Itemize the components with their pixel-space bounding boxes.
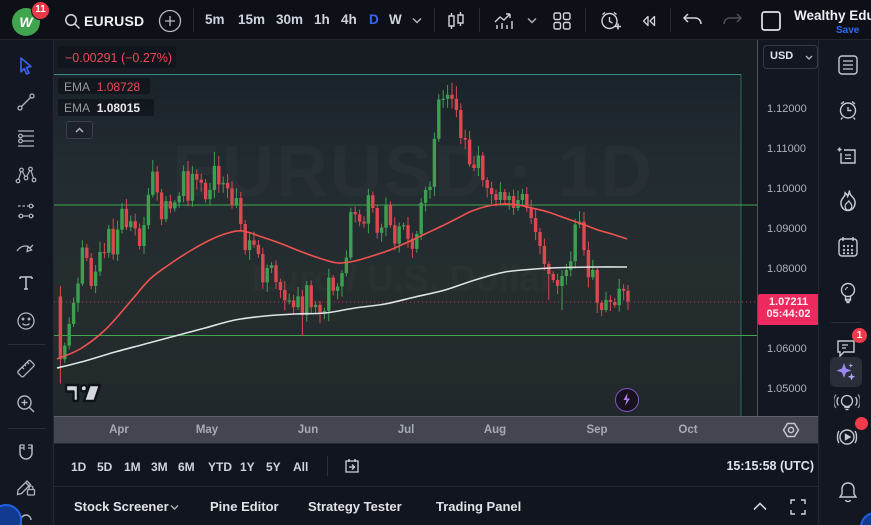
svg-text:EURUSD · 1D: EURUSD · 1D xyxy=(172,132,654,212)
svg-text:Euro / U.S. Dollar: Euro / U.S. Dollar xyxy=(252,258,554,299)
